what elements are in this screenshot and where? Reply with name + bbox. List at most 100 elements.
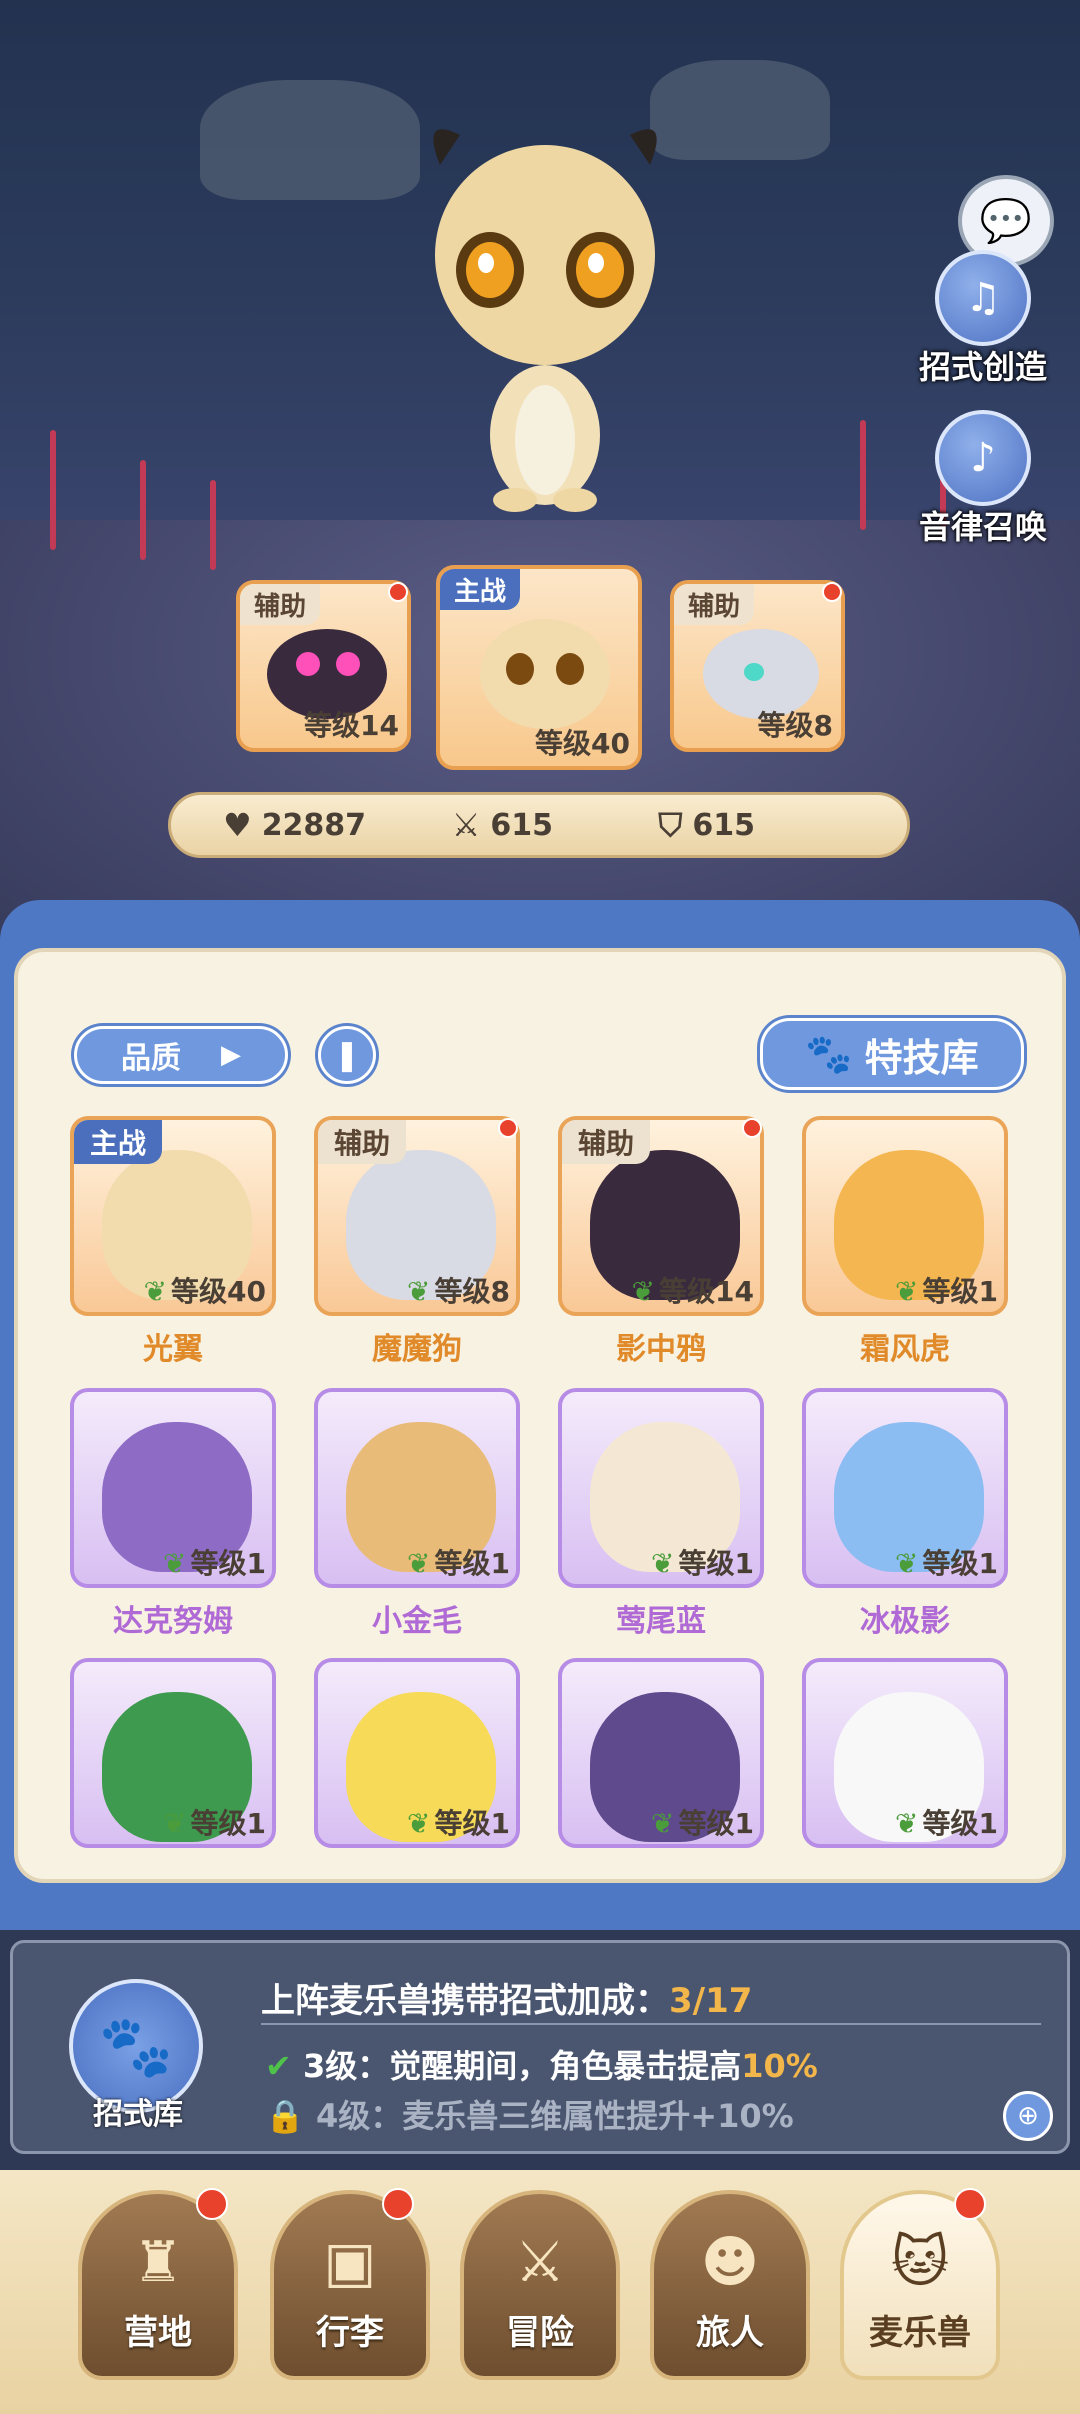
pet-level-text: 等级1 [922,1807,998,1840]
pet-card-frame: ❦ 等级1 [70,1388,276,1588]
pet-level-text: 等级8 [434,1275,510,1308]
nav-label: 行李 [316,2313,384,2353]
team-slot-assist-2[interactable]: 辅助 等级8 [670,580,845,752]
pet-card[interactable]: ❦ 等级1 莺尾蓝 [558,1388,764,1640]
move-bonus-panel: 🐾 招式库 上阵麦乐兽携带招式加成：3/17 ✔ 3级：觉醒期间，角色暴击提高1… [10,1940,1070,2154]
pet-card-frame: ❦ 等级1 [314,1658,520,1848]
nav-bag[interactable]: ▣ 行李 [270,2190,430,2380]
pet-name: 莺尾蓝 [616,1604,706,1639]
bonus-level: 3级： [302,2047,390,2085]
defense-value: 615 [692,807,756,843]
melody-summon-button[interactable]: ♪ 音律召唤 [898,410,1068,548]
shield-icon: ⛉ [658,805,683,844]
quality-filter-button[interactable]: 品质 ▶ [74,1026,288,1084]
handbook-button[interactable]: ❚ [318,1026,376,1084]
pet-level: ❦ 等级1 [895,1802,998,1842]
bonus-highlight: 10% [741,2047,818,2085]
pet-card-frame: ❦ 等级1 [802,1388,1008,1588]
paw-icon: 🐾 [98,2011,174,2082]
pet-card[interactable]: ❦ 等级1 [802,1658,1008,1848]
pet-name: 达克努姆 [113,1604,233,1639]
quality-filter-label: 品质 [121,1041,181,1076]
pet-card[interactable]: ❦ 等级1 冰极影 [802,1388,1008,1640]
sprout-icon: ❦ [651,1547,675,1580]
sprout-icon: ❦ [895,1807,919,1840]
pet-card[interactable]: 辅助 ❦ 等级8 魔魔狗 [314,1116,520,1368]
pet-card-frame: ❦ 等级1 [802,1658,1008,1848]
active-pet-model[interactable] [420,105,670,515]
heart-icon: ♥ [223,806,252,844]
pet-card[interactable]: ❦ 等级1 小金毛 [314,1388,520,1640]
pet-level: ❦ 等级1 [407,1542,510,1582]
rock [200,80,420,200]
move-library-label: 招式库 [93,2097,183,2132]
bonus-text: 麦乐兽三维属性提升+10% [402,2097,794,2135]
chat-icon: 💬 [979,196,1033,245]
pet-role-tag: 主战 [74,1120,163,1164]
pet-card[interactable]: ❦ 等级1 [314,1658,520,1848]
pet-role-tag: 辅助 [318,1120,407,1164]
sprout-icon: ❦ [163,1547,187,1580]
notification-dot [822,582,842,602]
team-slot-assist-1[interactable]: 辅助 等级14 [236,580,411,752]
pet-card-frame: ❦ 等级1 [802,1116,1008,1316]
notification-dot [196,2188,228,2220]
sprout-icon: ❦ [895,1275,919,1308]
cat-face-icon: 🐱 [890,2230,950,2295]
move-bonus-title: 上阵麦乐兽携带招式加成：3/17 [261,1973,752,2022]
notification-dot [388,582,408,602]
pet-level-text: 等级1 [190,1807,266,1840]
team-slot-level: 等级40 [535,727,630,760]
pet-level: ❦ 等级1 [163,1802,266,1842]
pet-name: 影中鸦 [616,1332,706,1367]
lock-icon: 🔒 [265,2097,305,2135]
sprout-icon: ❦ [407,1275,431,1308]
zoom-button[interactable]: ⊕ [1003,2091,1053,2141]
pet-level: ❦ 等级1 [895,1542,998,1582]
pet-card-frame: 辅助 ❦ 等级8 [314,1116,520,1316]
notification-dot [742,1118,762,1138]
skill-library-label: 特技库 [864,1035,979,1080]
nav-label: 营地 [124,2313,192,2353]
move-create-button[interactable]: ♫ 招式创造 [898,250,1068,388]
sprout-icon: ❦ [895,1547,919,1580]
pet-card-frame: ❦ 等级1 [314,1388,520,1588]
sprout-icon: ❦ [651,1807,675,1840]
pet-level-text: 等级40 [171,1275,266,1308]
notification-dot [954,2188,986,2220]
team-slot-main[interactable]: 主战 等级40 [436,565,642,770]
dragon-pet-portrait [480,619,610,729]
pet-name: 光翼 [143,1332,203,1367]
nav-adventure[interactable]: ⚔ 冒险 [460,2190,620,2380]
swords-icon: ⚔ [451,806,481,844]
music-book-icon: ♫ [935,250,1031,346]
plant [860,420,866,530]
pet-card-frame: ❦ 等级1 [558,1388,764,1588]
rock [650,60,830,160]
pet-card[interactable]: ❦ 等级1 达克努姆 [70,1388,276,1640]
move-bonus-progress: 3/17 [669,1981,753,2021]
pet-card[interactable]: 主战 ❦ 等级40 光翼 [70,1116,276,1368]
pet-name: 冰极影 [860,1604,950,1639]
team-slot-level: 等级8 [757,709,833,742]
sprout-icon: ❦ [631,1275,656,1308]
bonus-line-unlocked: ✔ 3级：觉醒期间，角色暴击提高10% [265,2041,818,2087]
bonus-text: 觉醒期间，角色暴击提高 [389,2047,742,2085]
pet-level: ❦ 等级14 [632,1270,754,1310]
skill-library-button[interactable]: 🐾 特技库 [760,1018,1024,1090]
plant [140,460,146,560]
pet-card[interactable]: 辅助 ❦ 等级14 影中鸦 [558,1116,764,1368]
move-create-label: 招式创造 [918,348,1047,386]
pet-level-text: 等级1 [922,1547,998,1580]
pet-card[interactable]: ❦ 等级1 霜风虎 [802,1116,1008,1368]
pet-card[interactable]: ❦ 等级1 [70,1658,276,1848]
pet-level-text: 等级1 [190,1547,266,1580]
nav-traveler[interactable]: ☻ 旅人 [650,2190,810,2380]
pet-card-frame: ❦ 等级1 [558,1658,764,1848]
plant [210,480,216,570]
melody-summon-label: 音律召唤 [918,508,1047,546]
pet-name: 魔魔狗 [372,1332,462,1367]
pet-name: 霜风虎 [860,1332,950,1367]
team-stats-bar: ♥ 22887 ⚔ 615 ⛉ 615 [168,792,910,858]
pet-card[interactable]: ❦ 等级1 [558,1658,764,1848]
